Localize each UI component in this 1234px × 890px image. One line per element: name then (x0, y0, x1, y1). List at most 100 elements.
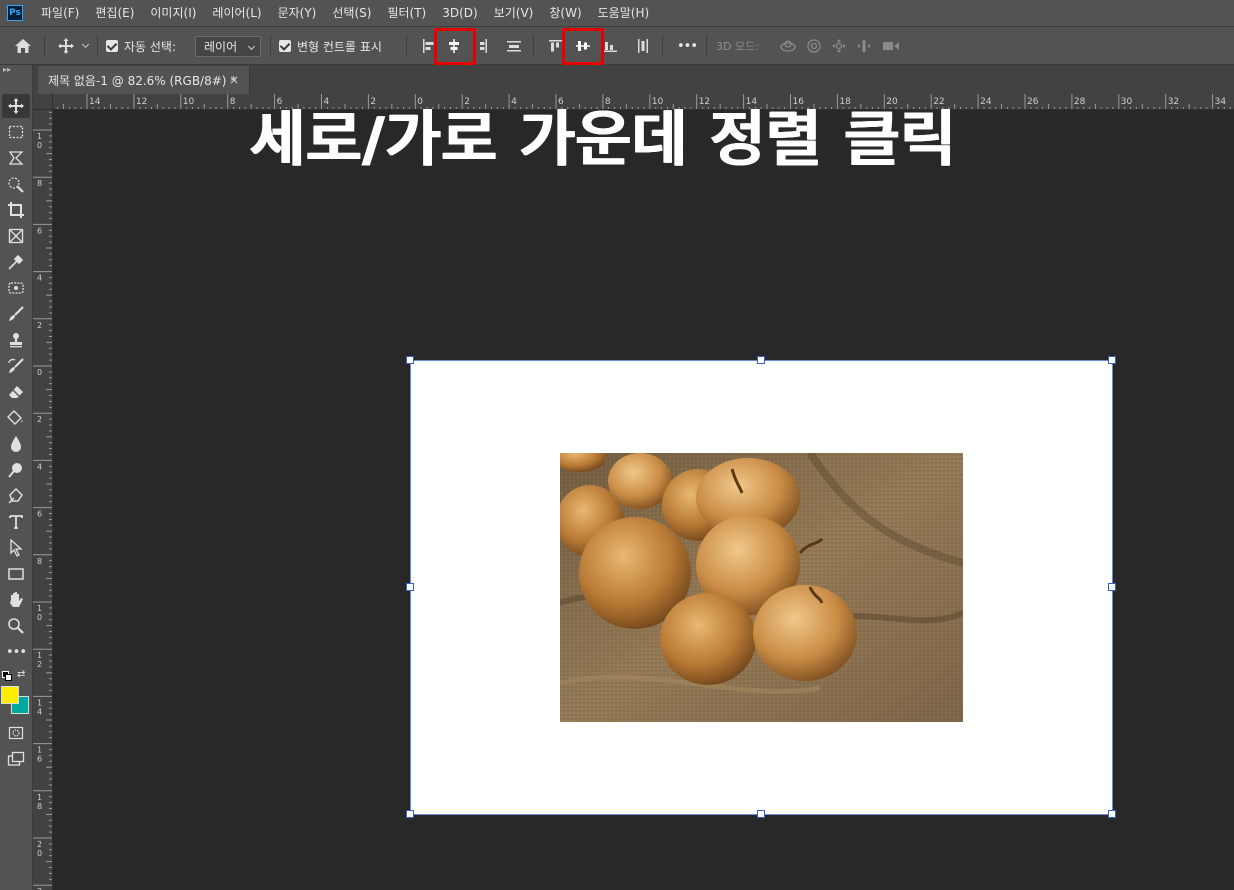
frame-icon[interactable] (2, 224, 30, 248)
horizontal-center-highlight (434, 28, 476, 65)
3d-slide-icon[interactable] (853, 36, 875, 56)
ruler-label: 1 (37, 746, 42, 755)
distribute-horizontal-icon[interactable] (632, 36, 654, 56)
eraser-icon[interactable] (2, 380, 30, 404)
menu-filter[interactable]: 필터(T) (379, 0, 434, 27)
rectangle-icon[interactable] (2, 562, 30, 586)
menu-file[interactable]: 파일(F) (33, 0, 87, 27)
transform-handle-left[interactable] (406, 583, 414, 591)
separator (406, 35, 407, 57)
3d-mode-label: 3D 모드: (716, 40, 759, 53)
document-tab[interactable]: 제목 없음-1 @ 82.6% (RGB/8#) * × (38, 66, 250, 94)
auto-select-checkbox[interactable] (106, 40, 118, 52)
ruler-label: 4 (37, 274, 42, 283)
vertical-ruler[interactable]: 1086420246810121416182022 (33, 110, 53, 890)
quick-mask-icon[interactable] (2, 721, 30, 745)
transform-handle-bottom-right[interactable] (1108, 810, 1116, 818)
paint-bucket-icon[interactable] (2, 406, 30, 430)
menu-edit[interactable]: 편집(E) (87, 0, 142, 27)
panel-grip-icon[interactable]: ▸▸ (0, 65, 33, 77)
menu-view[interactable]: 보기(V) (486, 0, 542, 27)
home-icon[interactable] (12, 36, 34, 56)
stamp-icon[interactable] (2, 328, 30, 352)
instruction-overlay-text: 세로/가로 가운데 정렬 클릭 (250, 105, 957, 175)
crop-icon[interactable] (2, 198, 30, 222)
ruler-label: 0 (37, 613, 42, 622)
separator (706, 35, 707, 57)
more-tools-icon[interactable]: ••• (2, 640, 30, 664)
zoom-icon[interactable] (2, 614, 30, 638)
transform-handle-right[interactable] (1108, 583, 1116, 591)
hand-icon[interactable] (2, 588, 30, 612)
3d-pan-icon[interactable] (828, 36, 850, 56)
3d-roll-icon[interactable] (803, 36, 825, 56)
vertical-center-highlight (562, 28, 604, 65)
transform-controls-label: 변형 컨트롤 표시 (297, 39, 382, 54)
move-icon[interactable] (2, 94, 30, 118)
path-select-icon[interactable] (2, 536, 30, 560)
close-icon[interactable]: × (229, 73, 239, 87)
options-bar: 자동 선택: 레이어 변형 컨트롤 표시 ••• 3D 모드: (0, 27, 1234, 65)
separator (270, 35, 271, 57)
more-options-icon[interactable]: ••• (677, 27, 698, 65)
transform-handle-bottom[interactable] (757, 810, 765, 818)
photoshop-window: Ps 파일(F) 편집(E) 이미지(I) 레이어(L) 문자(Y) 선택(S)… (0, 0, 1234, 890)
history-brush-icon[interactable] (2, 354, 30, 378)
ruler-label: 28 (1074, 97, 1086, 107)
transform-handle-top-right[interactable] (1108, 356, 1116, 364)
ruler-label: 1 (37, 132, 42, 141)
move-tool-preset-icon[interactable] (55, 36, 77, 56)
default-colors-icon[interactable] (2, 671, 12, 681)
auto-select-label: 자동 선택: (124, 39, 177, 54)
chevron-down-icon[interactable] (78, 36, 92, 56)
distribute-vertical-icon[interactable] (503, 36, 525, 56)
transform-handle-top[interactable] (757, 356, 765, 364)
swap-colors-icon[interactable]: ⇄ (17, 669, 25, 680)
transform-bounding-box[interactable] (410, 360, 1113, 815)
pen-icon[interactable] (2, 484, 30, 508)
ruler-label: 32 (1168, 97, 1179, 107)
eyedropper-icon[interactable] (2, 250, 30, 274)
screen-mode-icon[interactable] (2, 747, 30, 771)
3d-orbit-icon[interactable] (777, 36, 799, 56)
3d-camera-icon[interactable] (880, 36, 902, 56)
transform-handle-bottom-left[interactable] (406, 810, 414, 818)
ruler-label: 2 (37, 840, 42, 849)
ruler-label: 30 (1121, 97, 1133, 107)
foreground-color-swatch[interactable] (1, 686, 19, 704)
transform-handle-top-left[interactable] (406, 356, 414, 364)
document-tab-bar: 제목 없음-1 @ 82.6% (RGB/8#) * × (0, 65, 1234, 94)
menu-window[interactable]: 창(W) (541, 0, 589, 27)
auto-select-checkbox-group[interactable]: 자동 선택: (106, 27, 176, 65)
menu-bar: Ps 파일(F) 편집(E) 이미지(I) 레이어(L) 문자(Y) 선택(S)… (0, 0, 1234, 27)
lasso-icon[interactable] (2, 146, 30, 170)
ruler-label: 8 (37, 557, 42, 566)
menu-3d[interactable]: 3D(D) (434, 0, 485, 27)
tools-panel: ▸▸ ••• ⇄ (0, 65, 33, 890)
separator (533, 35, 534, 57)
ruler-label: 34 (1215, 97, 1227, 107)
blur-icon[interactable] (2, 432, 30, 456)
healing-brush-icon[interactable] (2, 276, 30, 300)
ruler-label: 1 (37, 698, 42, 707)
app-logo: Ps (7, 5, 23, 21)
ruler-corner[interactable] (33, 94, 53, 110)
ruler-label: 6 (37, 510, 42, 519)
quick-select-icon[interactable] (2, 172, 30, 196)
menu-image[interactable]: 이미지(I) (142, 0, 204, 27)
transform-controls-group[interactable]: 변형 컨트롤 표시 (279, 27, 382, 65)
menu-layer[interactable]: 레이어(L) (204, 0, 269, 27)
brush-icon[interactable] (2, 302, 30, 326)
ruler-label: 0 (37, 368, 42, 377)
ruler-label: 14 (89, 97, 101, 107)
menu-type[interactable]: 문자(Y) (270, 0, 325, 27)
dodge-icon[interactable] (2, 458, 30, 482)
menu-help[interactable]: 도움말(H) (590, 0, 658, 27)
transform-controls-checkbox[interactable] (279, 40, 291, 52)
auto-select-dropdown[interactable]: 레이어 (195, 36, 261, 57)
marquee-icon[interactable] (2, 120, 30, 144)
type-icon[interactable] (2, 510, 30, 534)
ruler-label: 1 (37, 793, 42, 802)
menu-select[interactable]: 선택(S) (324, 0, 379, 27)
ruler-label: 6 (37, 755, 42, 764)
